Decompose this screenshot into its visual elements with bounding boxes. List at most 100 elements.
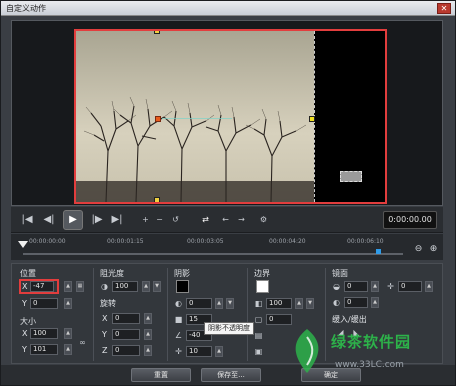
save-to-button[interactable]: 保存至... — [201, 368, 261, 382]
size-x-label: X — [22, 329, 28, 338]
next-frame-button[interactable]: |▶ — [89, 212, 105, 228]
flip-icon[interactable]: ⇄ — [201, 215, 210, 224]
opacity-icon: ◑ — [101, 282, 108, 291]
position-x-input[interactable]: -47 — [30, 281, 54, 292]
opacity-dropdown[interactable]: ▼ — [153, 281, 161, 292]
size-x-stepper[interactable]: ▲ — [64, 328, 72, 339]
go-to-end-button[interactable]: ▶| — [109, 212, 125, 228]
rotation-y-input[interactable]: 0 — [112, 329, 140, 340]
mirror-input-3[interactable]: 0 — [344, 297, 368, 308]
rotation-y-stepper[interactable]: ▲ — [144, 329, 152, 340]
ruler-tick: 00:00:01:15 — [107, 238, 144, 245]
shadow-color-swatch[interactable] — [176, 280, 189, 293]
timecode-display[interactable]: 0:00:00.00 — [383, 211, 437, 229]
play-button[interactable]: ▶ — [63, 210, 83, 230]
size-y-stepper[interactable]: ▲ — [64, 344, 72, 355]
ruler-tick: 00:00:04:20 — [269, 238, 306, 245]
opacity-label: 阻光度 — [100, 269, 124, 278]
remove-keyframe-icon[interactable]: − — [155, 215, 164, 224]
shadow-opacity-stepper[interactable]: ▲ — [215, 298, 223, 309]
position-group: 位置 X -47 ▲ ▦ Y 0 ▲ 大小 X 100 ▲ Y 101 ▲ ∞ — [16, 268, 94, 361]
border-width-icon: ◧ — [254, 299, 263, 308]
center-handle[interactable] — [155, 116, 161, 122]
rotate-icon[interactable]: ↺ — [171, 215, 180, 224]
border-color-swatch[interactable] — [256, 280, 269, 293]
border-label: 边界 — [254, 269, 270, 278]
rotation-z-stepper[interactable]: ▲ — [144, 345, 152, 356]
shadow-blur-icon: ■ — [174, 315, 183, 324]
rotation-label: 旋转 — [100, 299, 116, 308]
prev-frame-button[interactable]: ◀| — [41, 212, 57, 228]
shadow-distance-input[interactable]: 10 — [186, 346, 212, 357]
transport-bar: |◀ ◀| ▶ |▶ ▶| + − ↺ ⇄ ← → ⚙ 0:00:00.00 — [11, 207, 443, 233]
preview-area — [11, 20, 443, 206]
shadow-angle-icon: ∠ — [174, 331, 183, 340]
size-y-input[interactable]: 101 — [30, 344, 58, 355]
shadow-distance-stepper[interactable]: ▲ — [215, 346, 223, 357]
prev-keyframe-icon[interactable]: ← — [221, 215, 230, 224]
mirror-stepper-3[interactable]: ▲ — [371, 297, 379, 308]
next-keyframe-icon[interactable]: → — [237, 215, 246, 224]
mirror-input-2[interactable]: 0 — [398, 281, 422, 292]
preview-image — [76, 31, 314, 202]
mirror-stepper-1[interactable]: ▲ — [371, 281, 379, 292]
opacity-rotation-group: 阻光度 ◑ 100 ▲ ▼ 旋转 X 0 ▲ Y 0 ▲ Z 0 ▲ — [96, 268, 168, 361]
border-width-dropdown[interactable]: ▼ — [306, 298, 314, 309]
link-icon[interactable]: ∞ — [78, 338, 87, 347]
position-y-input[interactable]: 0 — [30, 298, 58, 309]
playhead-handle[interactable] — [18, 241, 28, 248]
shadow-opacity-icon: ◐ — [175, 299, 182, 308]
opacity-input[interactable]: 100 — [112, 281, 138, 292]
shadow-label: 阴影 — [174, 269, 190, 278]
keyframe-toolbar: + − ↺ ⇄ ← → ⚙ — [141, 215, 271, 225]
border-fill-icon: ▣ — [254, 347, 263, 356]
size-x-input[interactable]: 100 — [30, 328, 58, 339]
mirror-gap-icon: ◐ — [333, 298, 340, 307]
rotation-x-label: X — [102, 314, 108, 323]
custom-motion-window: 自定义动作 ✕ |◀ ◀| ▶ |▶ ▶| + − ↺ ⇄ ← → ⚙ 0:00… — [0, 0, 456, 386]
rotation-y-label: Y — [102, 330, 107, 339]
shadow-opacity-dropdown[interactable]: ▼ — [226, 298, 234, 309]
border-width-input[interactable]: 100 — [266, 298, 292, 309]
position-x-stepper[interactable]: ▲ — [64, 281, 72, 292]
rotation-x-stepper[interactable]: ▲ — [144, 313, 152, 324]
ruler-tick: 00:00:06:10 — [347, 238, 384, 245]
mirror-label: 镜面 — [332, 269, 348, 278]
top-handle[interactable] — [154, 31, 160, 34]
add-keyframe-icon[interactable]: + — [141, 215, 150, 224]
rotation-z-label: Z — [102, 346, 108, 355]
preview-canvas[interactable] — [74, 29, 387, 204]
keyframe-marker[interactable] — [376, 249, 381, 254]
shadow-opacity-input[interactable]: 0 — [186, 298, 212, 309]
go-to-start-button[interactable]: |◀ — [19, 212, 35, 228]
border-style-icon: ▤ — [254, 331, 263, 340]
close-button[interactable]: ✕ — [437, 3, 451, 14]
right-handle[interactable] — [309, 116, 315, 122]
opacity-stepper[interactable]: ▲ — [142, 281, 150, 292]
rotation-z-input[interactable]: 0 — [112, 345, 140, 356]
timeline-ruler[interactable]: 00:00:00:00 00:00:01:15 00:00:03:05 00:0… — [11, 234, 443, 260]
mirror-stepper-2[interactable]: ▲ — [425, 281, 433, 292]
ruler-tick: 00:00:03:05 — [187, 238, 224, 245]
bottom-handle[interactable] — [154, 197, 160, 202]
settings-icon[interactable]: ⚙ — [259, 215, 268, 224]
watermark-url: www.33LC.com — [335, 360, 404, 370]
watermark-text: 绿茶软件园 — [331, 333, 412, 351]
window-title: 自定义动作 — [6, 4, 46, 13]
overlay-handle[interactable] — [340, 171, 362, 182]
position-y-stepper[interactable]: ▲ — [64, 298, 72, 309]
position-label: 位置 — [20, 269, 36, 278]
title-bar: 自定义动作 ✕ — [1, 1, 455, 16]
position-lock-button[interactable]: ▦ — [76, 281, 84, 292]
zoom-in-icon[interactable]: ⊕ — [428, 244, 439, 255]
motion-path — [162, 118, 232, 119]
border-width-stepper[interactable]: ▲ — [295, 298, 303, 309]
overlay-region[interactable] — [314, 31, 385, 202]
reset-button[interactable]: 重置 — [131, 368, 191, 382]
mirror-input-1[interactable]: 0 — [344, 281, 368, 292]
zoom-out-icon[interactable]: ⊖ — [413, 244, 424, 255]
shadow-distance-icon: ✛ — [175, 347, 182, 356]
scrub-track[interactable] — [23, 253, 403, 255]
rotation-x-input[interactable]: 0 — [112, 313, 140, 324]
size-y-label: Y — [22, 345, 27, 354]
